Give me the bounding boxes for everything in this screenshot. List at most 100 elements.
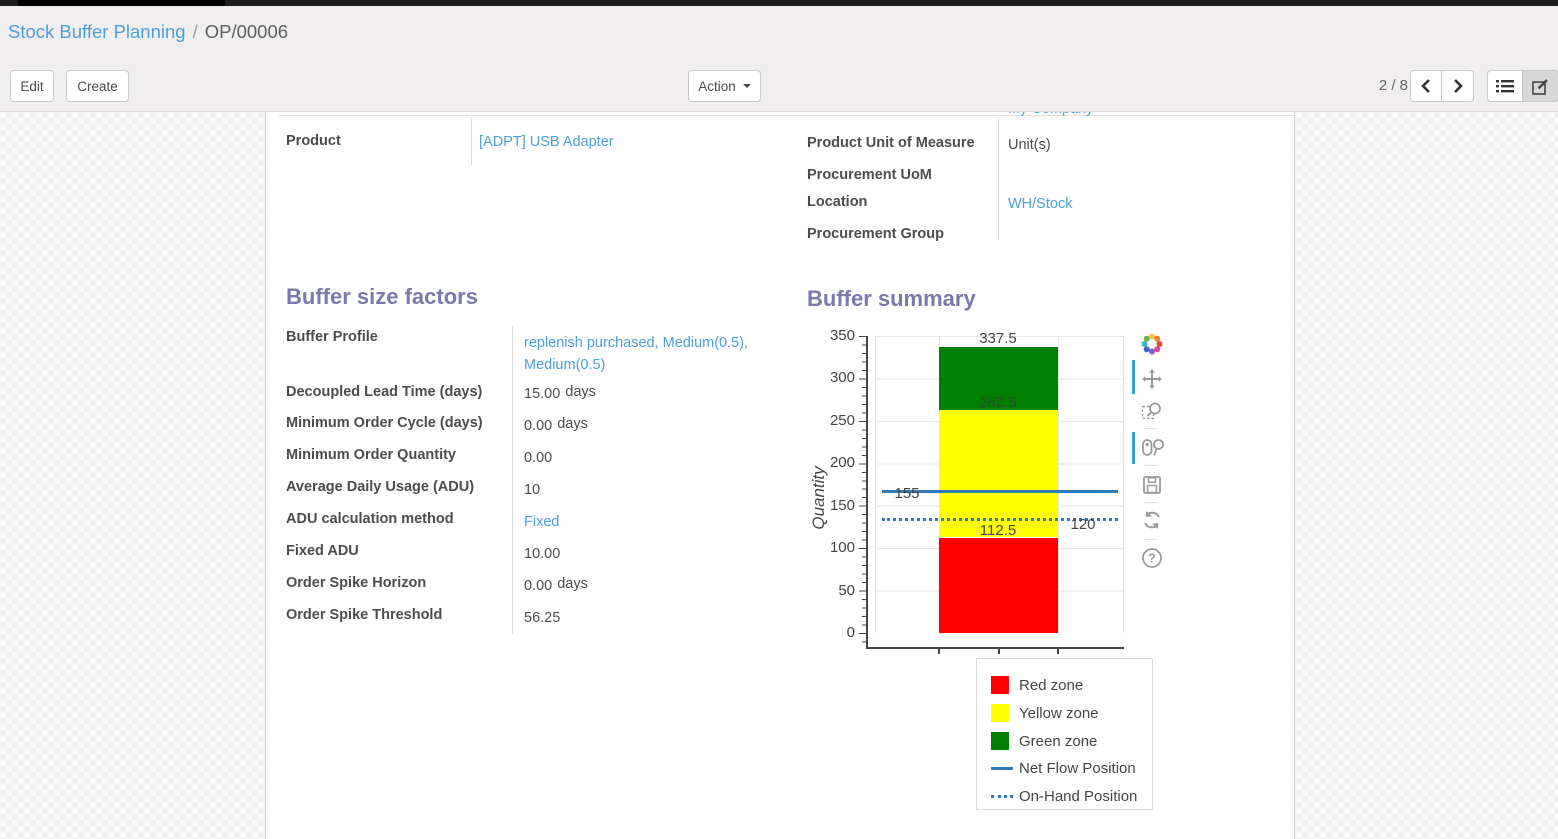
create-button[interactable]: Create	[66, 70, 129, 102]
field-value-fixed-adu: 10.00	[524, 546, 560, 562]
dlt-unit: days	[565, 384, 596, 400]
section-title-buffer-size-factors: Buffer size factors	[286, 284, 478, 310]
buffer-profile-link[interactable]: replenish purchased, Medium(0.5), Medium…	[524, 335, 748, 373]
section-title-buffer-summary: Buffer summary	[807, 286, 976, 312]
gridline	[875, 336, 876, 633]
company-field-clipped: My Company	[1008, 112, 1128, 118]
edit-button[interactable]: Edit	[10, 70, 54, 102]
group-separator	[998, 118, 999, 240]
view-switcher	[1487, 70, 1558, 102]
field-label-min-order-qty: Minimum Order Quantity	[286, 447, 456, 463]
adu-method-link[interactable]: Fixed	[524, 514, 559, 530]
form-view-button[interactable]	[1523, 70, 1558, 102]
field-label-dlt: Decoupled Lead Time (days)	[286, 384, 482, 400]
action-dropdown-button[interactable]: Action	[688, 70, 761, 102]
x-axis-tick	[1057, 649, 1059, 654]
save-icon[interactable]	[1141, 474, 1163, 496]
breadcrumb-current: OP/00006	[205, 21, 288, 42]
legend-item-red-zone[interactable]: Red zone	[991, 675, 1083, 695]
field-label-buffer-profile: Buffer Profile	[286, 329, 378, 345]
legend-item-net-flow[interactable]: Net Flow Position	[991, 758, 1136, 778]
y-tick-label: 350	[807, 327, 855, 344]
product-link[interactable]: [ADPT] USB Adapter	[479, 134, 614, 150]
company-value: My Company	[1008, 112, 1093, 117]
field-label-adu-method: ADU calculation method	[286, 511, 454, 527]
spike-horizon-number: 0.00	[524, 578, 552, 594]
legend-label: Green zone	[1019, 733, 1097, 750]
field-label-procurement-uom: Procurement UoM	[807, 167, 932, 183]
field-label-min-order-cycle: Minimum Order Cycle (days)	[286, 415, 483, 431]
chevron-right-icon	[1452, 78, 1464, 94]
form-edit-icon	[1532, 78, 1549, 95]
y-tick-label: 50	[807, 582, 855, 599]
modebar-divider	[1144, 428, 1157, 429]
field-value-adu: 10	[524, 482, 540, 498]
field-label-location: Location	[807, 194, 867, 210]
modebar-divider	[1144, 539, 1157, 540]
yellow-swatch	[991, 704, 1009, 722]
legend-item-yellow-zone[interactable]: Yellow zone	[991, 703, 1099, 723]
legend-label: Net Flow Position	[1019, 760, 1136, 777]
svg-text:?: ?	[1148, 552, 1156, 566]
red-zone-bar	[939, 538, 1058, 634]
legend-item-on-hand[interactable]: On-Hand Position	[991, 786, 1137, 806]
field-label-procurement-group: Procurement Group	[807, 226, 944, 242]
modebar-divider	[1144, 502, 1157, 503]
gridline	[1058, 336, 1059, 633]
field-value-location: WH/Stock	[1008, 196, 1072, 212]
legend-label: Yellow zone	[1019, 705, 1099, 722]
field-value-spike-threshold: 56.25	[524, 610, 560, 626]
control-panel: Stock Buffer Planning/OP/00006 Edit Crea…	[0, 6, 1558, 112]
y-axis-minor-ticks	[862, 336, 866, 648]
group-separator	[471, 118, 472, 166]
gridline	[1123, 336, 1124, 633]
field-label-product: Product	[286, 133, 341, 149]
field-value-min-order-qty: 0.00	[524, 450, 552, 466]
field-label-spike-horizon: Order Spike Horizon	[286, 575, 426, 591]
red-top-label: 112.5	[938, 522, 1058, 539]
pager-next-button[interactable]	[1442, 70, 1474, 102]
action-dropdown-label: Action	[698, 79, 736, 94]
caret-down-icon	[743, 84, 751, 88]
buffer-summary-chart: 350 300 250 200 150 100 50 0 Quantity 33…	[807, 325, 1163, 820]
y-tick-label: 250	[807, 412, 855, 429]
field-value-buffer-profile: replenish purchased, Medium(0.5), Medium…	[524, 332, 776, 376]
breadcrumb-parent-link[interactable]: Stock Buffer Planning	[8, 21, 186, 42]
list-view-button[interactable]	[1487, 70, 1523, 102]
legend-item-green-zone[interactable]: Green zone	[991, 731, 1097, 751]
y-axis-title: Quantity	[809, 428, 829, 568]
pager-previous-button[interactable]	[1410, 70, 1442, 102]
modebar-active-indicator	[1132, 360, 1135, 394]
net-flow-label: 155	[877, 485, 937, 502]
dotted-line-swatch	[991, 795, 1013, 798]
field-value-dlt: 15.00 days	[524, 386, 596, 402]
y-tick-label: 0	[807, 624, 855, 641]
box-zoom-icon[interactable]	[1141, 400, 1163, 422]
pager-count: 2 / 8	[1364, 77, 1408, 94]
field-label-fixed-adu: Fixed ADU	[286, 543, 359, 559]
plotly-logo-icon[interactable]	[1141, 333, 1163, 355]
breadcrumb: Stock Buffer Planning/OP/00006	[8, 21, 288, 43]
modebar-divider	[1144, 465, 1157, 466]
field-label-adu: Average Daily Usage (ADU)	[286, 479, 474, 495]
field-value-min-order-cycle: 0.00days	[524, 418, 588, 434]
field-value-spike-horizon: 0.00days	[524, 578, 588, 594]
view-background: My Company Product [ADPT] USB Adapter Pr…	[0, 112, 1558, 839]
help-icon[interactable]: ?	[1141, 547, 1163, 569]
field-label-spike-threshold: Order Spike Threshold	[286, 607, 442, 623]
pan-icon[interactable]	[1141, 368, 1163, 390]
pager-buttons	[1410, 70, 1474, 102]
x-axis-tick	[938, 649, 940, 654]
moc-unit: days	[557, 416, 588, 432]
list-icon	[1496, 79, 1514, 93]
hover-mode-icon[interactable]	[1141, 437, 1163, 459]
field-value-product-uom: Unit(s)	[1008, 137, 1051, 153]
x-axis-tick	[998, 649, 1000, 654]
row-divider	[279, 115, 1294, 116]
green-swatch	[991, 732, 1009, 750]
green-bottom-label: 262.5	[938, 394, 1058, 411]
on-hand-label: 120	[1053, 516, 1113, 533]
reset-axes-icon[interactable]	[1141, 509, 1163, 531]
location-link[interactable]: WH/Stock	[1008, 196, 1072, 212]
dlt-number: 15.00	[524, 386, 560, 402]
